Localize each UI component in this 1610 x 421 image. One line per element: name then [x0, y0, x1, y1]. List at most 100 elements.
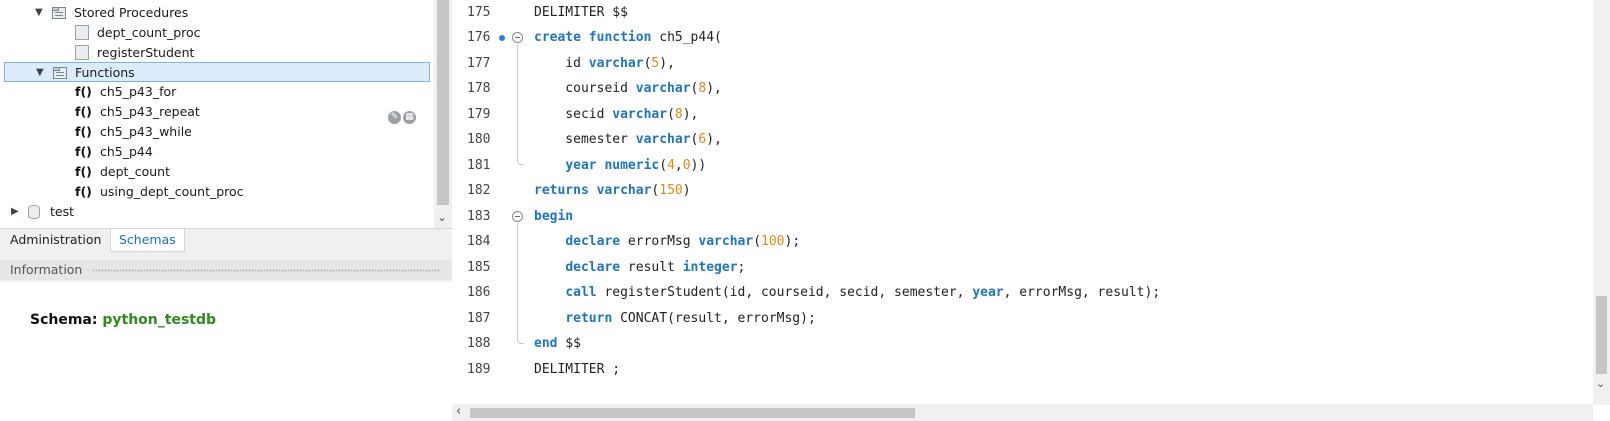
code-token: DELIMITER $$ — [534, 5, 628, 20]
tree-label: registerStudent — [97, 45, 195, 60]
tree-label: ch5_p44 — [100, 144, 153, 159]
fold-end-icon — [517, 337, 524, 344]
code-token: ch5_p44( — [651, 30, 722, 45]
expand-arrow-icon[interactable]: ▼ — [36, 63, 44, 83]
function-icon: f() — [75, 84, 92, 99]
code-line[interactable]: secid varchar(8), — [534, 105, 698, 125]
tree-label: Functions — [75, 65, 135, 80]
code-token: courseid — [534, 81, 636, 96]
tree-item-function[interactable]: f() using_dept_count_proc — [0, 182, 434, 202]
line-number: 186 — [467, 285, 491, 300]
tree-item-procedure[interactable]: dept_count_proc — [0, 23, 434, 43]
code-token: ), — [706, 132, 722, 147]
tree-item-function[interactable]: f() ch5_p43_while — [0, 122, 434, 142]
chevron-down-icon[interactable]: ⌄ — [437, 210, 447, 224]
scrollbar-thumb[interactable] — [470, 408, 915, 418]
code-line[interactable]: id varchar(5), — [534, 54, 675, 74]
schema-info: Schema: python_testdb — [30, 312, 216, 328]
editor-vertical-scrollbar[interactable]: ⌄ — [1593, 0, 1610, 405]
tree-item-function[interactable]: f() ch5_p44 — [0, 142, 434, 162]
code-token: ; — [737, 260, 746, 275]
tree-node-schema-test[interactable]: ▶ test — [0, 202, 434, 222]
tree-item-function[interactable]: f() ch5_p43_repeat ✎ ▦ — [0, 102, 434, 124]
tab-administration[interactable]: Administration — [2, 229, 109, 251]
code-line[interactable]: courseid varchar(8), — [534, 79, 722, 99]
line-number: 175 — [467, 5, 491, 20]
code-line[interactable]: DELIMITER $$ — [534, 3, 628, 23]
fold-guide — [517, 44, 518, 160]
chevron-left-icon[interactable]: ‹ — [456, 404, 461, 419]
code-token: return — [565, 311, 613, 326]
code-token: declare — [565, 260, 621, 275]
line-number: 178 — [467, 81, 491, 96]
collapse-arrow-icon[interactable]: ▶ — [11, 202, 19, 222]
tree-item-function[interactable]: f() dept_count — [0, 162, 434, 182]
tab-schemas[interactable]: Schemas — [110, 229, 185, 252]
code-token: semester — [534, 132, 636, 147]
navigator-panel: ▼ Stored Procedures dept_count_proc regi… — [0, 0, 452, 421]
code-line[interactable]: return CONCAT(result, errorMsg); — [534, 309, 815, 329]
function-icon: f() — [75, 184, 92, 199]
code-token: errorMsg — [620, 234, 699, 249]
code-token: year — [565, 158, 597, 173]
code-line[interactable]: declare errorMsg varchar(100); — [534, 232, 800, 252]
schema-value: python_testdb — [102, 312, 217, 328]
line-number: 177 — [467, 56, 491, 71]
fold-toggle-icon[interactable] — [512, 32, 523, 43]
tree-item-procedure[interactable]: registerStudent — [0, 43, 434, 63]
code-token: 0 — [682, 158, 691, 173]
database-icon — [28, 205, 40, 219]
code-token: secid — [534, 107, 613, 122]
code-token: )) — [690, 158, 707, 173]
code-line[interactable]: end $$ — [534, 334, 581, 354]
scrollbar-thumb[interactable] — [437, 0, 449, 205]
code-line[interactable]: begin — [534, 207, 573, 227]
chevron-down-icon[interactable]: ⌄ — [1596, 377, 1605, 390]
code-token: result — [620, 260, 683, 275]
tree-label: Stored Procedures — [74, 5, 189, 20]
code-token: ( — [753, 234, 762, 249]
code-line[interactable]: returns varchar(150) — [534, 181, 691, 201]
function-icon: f() — [75, 164, 92, 179]
code-line[interactable]: DELIMITER ; — [534, 360, 620, 380]
code-token: numeric — [604, 158, 660, 173]
code-line[interactable]: declare result integer; — [534, 258, 745, 278]
editor-horizontal-scrollbar[interactable]: ‹ — [452, 404, 1593, 421]
scrollbar-thumb[interactable] — [1596, 296, 1607, 374]
function-icon: f() — [75, 144, 92, 159]
tree-node-stored-procedures[interactable]: ▼ Stored Procedures — [0, 3, 434, 23]
line-number: 183 — [467, 209, 491, 224]
code-line[interactable]: year numeric(4,0)) — [534, 156, 706, 176]
line-number: 180 — [467, 132, 491, 147]
code-token: 4 — [667, 158, 675, 173]
fold-toggle-icon[interactable] — [512, 211, 523, 222]
code-token: ( — [667, 107, 675, 122]
code-line[interactable]: call registerStudent(id, courseid, secid… — [534, 283, 1160, 303]
code-token: integer — [682, 260, 738, 275]
code-token: 150 — [659, 183, 683, 198]
line-number: 189 — [467, 362, 491, 377]
line-number: 184 — [467, 234, 491, 249]
line-number: 179 — [467, 107, 491, 122]
tree-node-functions[interactable]: ▼ Functions — [4, 62, 430, 82]
code-line[interactable]: semester varchar(6), — [534, 130, 722, 150]
sql-editor[interactable]: 175 176 177 178 179 180 181 182 183 184 … — [452, 0, 1610, 421]
header-divider — [92, 269, 440, 272]
code-token: DELIMITER ; — [534, 362, 621, 377]
code-token: $$ — [557, 336, 581, 351]
tree-label: test — [50, 204, 75, 219]
tree-item-function[interactable]: f() ch5_p43_for — [0, 82, 434, 102]
expand-arrow-icon[interactable]: ▼ — [35, 3, 43, 23]
navigator-tabs: Administration Schemas — [0, 228, 452, 253]
folder-icon — [53, 67, 67, 79]
code-token: ), — [659, 56, 675, 71]
tree-scrollbar[interactable]: ⌄ — [434, 0, 452, 232]
schema-tree: ▼ Stored Procedures dept_count_proc regi… — [0, 0, 434, 232]
information-panel: Schema: python_testdb — [0, 282, 452, 421]
code-line[interactable]: create function ch5_p44( — [534, 28, 722, 48]
